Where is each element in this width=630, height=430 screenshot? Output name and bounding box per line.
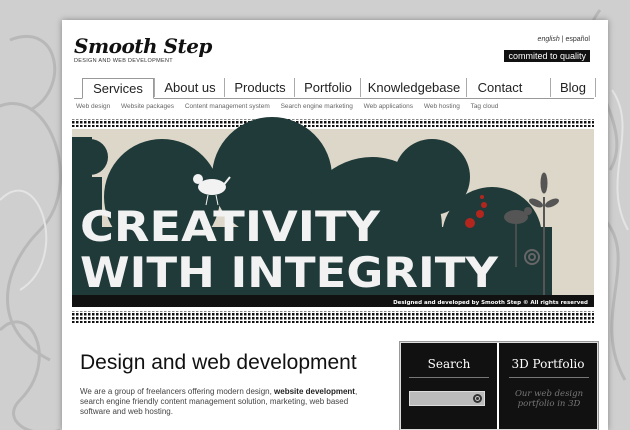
- main-nav: Services About us Products Portfolio Kno…: [74, 78, 596, 99]
- banner-border-bottom: [72, 311, 594, 323]
- sidebar-column-divider: [497, 343, 499, 429]
- nav-portfolio[interactable]: Portfolio: [294, 78, 361, 97]
- banner-credit: Designed and developed by Smooth Step © …: [393, 300, 588, 306]
- nav-products[interactable]: Products: [224, 78, 295, 97]
- intro-text-start: We are a group of freelancers offering m…: [80, 387, 275, 396]
- search-title: Search: [427, 357, 471, 371]
- banner-border-top: [72, 119, 594, 127]
- subnav-web-apps[interactable]: Web applications: [364, 103, 413, 110]
- quality-badge: commited to quality: [504, 50, 590, 62]
- nav-about[interactable]: About us: [154, 78, 225, 97]
- search-input[interactable]: [409, 391, 485, 406]
- subnav-web-packages[interactable]: Website packages: [121, 103, 174, 110]
- search-icon[interactable]: [473, 394, 482, 403]
- lang-spanish-link[interactable]: español: [565, 36, 590, 43]
- lang-english-link[interactable]: english: [538, 36, 560, 43]
- subnav-hosting[interactable]: Web hosting: [424, 103, 460, 110]
- search-divider: [409, 377, 489, 378]
- subnav-tag-cloud[interactable]: Tag cloud: [471, 103, 499, 110]
- portfolio-description[interactable]: Our web design portfolio in 3D: [505, 389, 593, 409]
- portfolio-divider: [509, 377, 589, 378]
- logo[interactable]: Smooth Step DESIGN AND WEB DEVELOPMENT: [74, 34, 212, 64]
- page-container: Smooth Step DESIGN AND WEB DEVELOPMENT e…: [62, 20, 608, 430]
- nav-contact[interactable]: Contact: [466, 78, 533, 97]
- intro-bold-link[interactable]: website development: [274, 387, 355, 396]
- nav-services[interactable]: Services: [82, 78, 154, 99]
- page-headline: Design and web development: [80, 351, 357, 374]
- hero-banner: CREATIVITY WITH INTEGRITY Designed and d…: [72, 117, 594, 323]
- nav-knowledgebase[interactable]: Knowledgebase: [360, 78, 467, 97]
- banner-line-1: CREATIVITY: [80, 202, 381, 251]
- sub-nav: Web design Website packages Content mana…: [76, 103, 507, 110]
- lang-separator: |: [561, 36, 564, 43]
- subnav-web-design[interactable]: Web design: [76, 103, 110, 110]
- subnav-sem[interactable]: Search engine marketing: [281, 103, 353, 110]
- subnav-cms[interactable]: Content management system: [185, 103, 270, 110]
- nav-blog[interactable]: Blog: [550, 78, 596, 97]
- logo-tagline: DESIGN AND WEB DEVELOPMENT: [74, 58, 173, 64]
- portfolio-title[interactable]: 3D Portfolio: [503, 357, 593, 371]
- language-switcher: english | español: [538, 36, 590, 43]
- intro-paragraph: We are a group of freelancers offering m…: [80, 387, 380, 417]
- logo-name: Smooth Step: [74, 34, 212, 58]
- banner-line-2: WITH INTEGRITY: [80, 248, 499, 297]
- sidebar-panel: Search 3D Portfolio Our web design portf…: [399, 341, 599, 430]
